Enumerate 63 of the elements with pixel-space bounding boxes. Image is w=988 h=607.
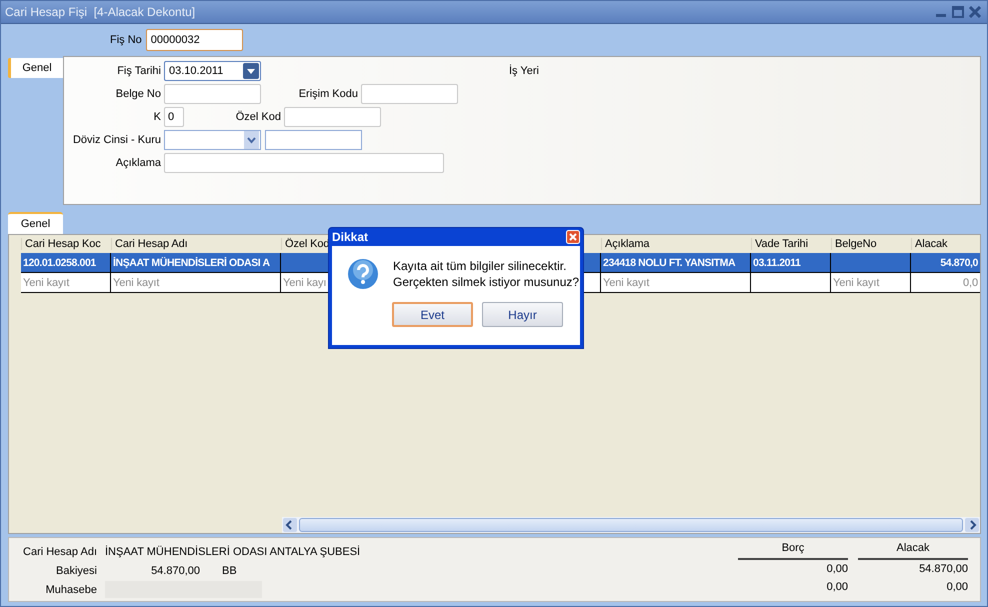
field-label: Fiş Tarihi [116,64,162,76]
dialog-message: Gerçekten silmek istiyor musunuz? [393,274,580,290]
credit-amount: 0,00 [946,580,968,595]
field-label: Erişim Kodu [298,88,359,100]
column-header[interactable]: Cari Hesap Koc [21,238,111,250]
table-cell: İNŞAAT MÜHENDİSLERİ ODASI A [111,253,281,273]
scrollbar-thumb[interactable] [299,518,963,532]
text-field[interactable] [164,84,261,104]
scroll-left-icon[interactable] [283,518,297,532]
table-cell: 120.01.0258.001 [21,253,111,273]
accounting-label: Muhasebe [44,584,98,596]
dropdown-icon[interactable] [243,62,259,78]
credit-amount: 54.870,00 [918,562,968,577]
currency-dropdown[interactable] [164,130,261,150]
table-cell: 54.870,0 [911,253,980,273]
debit-header: Borç [738,542,848,560]
receipt-number-field[interactable]: 00000032 [146,29,243,51]
close-icon[interactable] [969,6,981,18]
account-name: İNŞAAT MÜHENDİSLERİ ODASI ANTALYA ŞUBESİ [105,546,360,558]
debit-amount: 0,00 [826,580,848,595]
column-header[interactable]: BelgeNo [831,238,911,250]
field-label: K [152,110,162,122]
table-cell: Yeni kayıt [111,273,281,293]
field-label: Açıklama [114,156,162,168]
text-field[interactable] [361,84,458,104]
dialog-message: Kayıta ait tüm bilgiler silinecektir. [393,258,568,274]
scroll-right-icon[interactable] [965,518,979,532]
text-field[interactable] [164,152,444,172]
debit-amount: 0,00 [826,562,848,577]
text-field[interactable]: 0 [164,106,184,126]
general-tab[interactable]: Genel [8,212,63,234]
column-header[interactable]: Alacak [911,238,980,250]
table-cell: 234418 NOLU FT. YANSITMA [601,253,751,273]
credit-header: Alacak [858,542,968,560]
column-header[interactable]: Açıklama [601,238,751,250]
field-label: Döviz Cinsi - Kuru [72,134,162,146]
receipt-number-label: Fiş No [110,34,142,46]
field-label: İş Yeri [509,64,539,76]
horizontal-scrollbar[interactable] [282,517,980,533]
balance-value: 54.870,00 [150,564,200,576]
account-name-label: Cari Hesap Adı [22,546,98,558]
date-field[interactable]: 03.10.2011 [164,60,261,80]
field-label: Belge No [114,88,162,100]
question-icon [347,258,379,290]
table-cell: 0,0 [911,273,980,293]
column-header[interactable]: Vade Tarihi [751,238,831,250]
dialog-title: Dikkat [332,230,368,244]
general-tab[interactable]: Genel [8,58,63,78]
table-cell: Yeni kayıt [21,273,111,293]
chevron-down-icon [244,130,259,148]
window-title: Cari Hesap Fişi [4-Alacak Dekontu] [5,5,196,19]
balance-type: BB [222,564,237,576]
dialog-button[interactable]: Evet [392,302,473,327]
table-cell: Yeni kayıt [831,273,911,293]
dialog-button[interactable]: Hayır [482,302,563,327]
table-cell: Yeni kayıt [601,273,751,293]
rate-field[interactable] [265,130,362,150]
balance-label: Bakiyesi [55,564,98,576]
field-label: Özel Kod [234,110,282,122]
table-cell: 03.11.2011 [751,253,831,273]
text-field[interactable] [284,106,381,126]
column-header[interactable]: Cari Hesap Adı [111,238,281,250]
maximize-icon[interactable] [952,6,964,18]
